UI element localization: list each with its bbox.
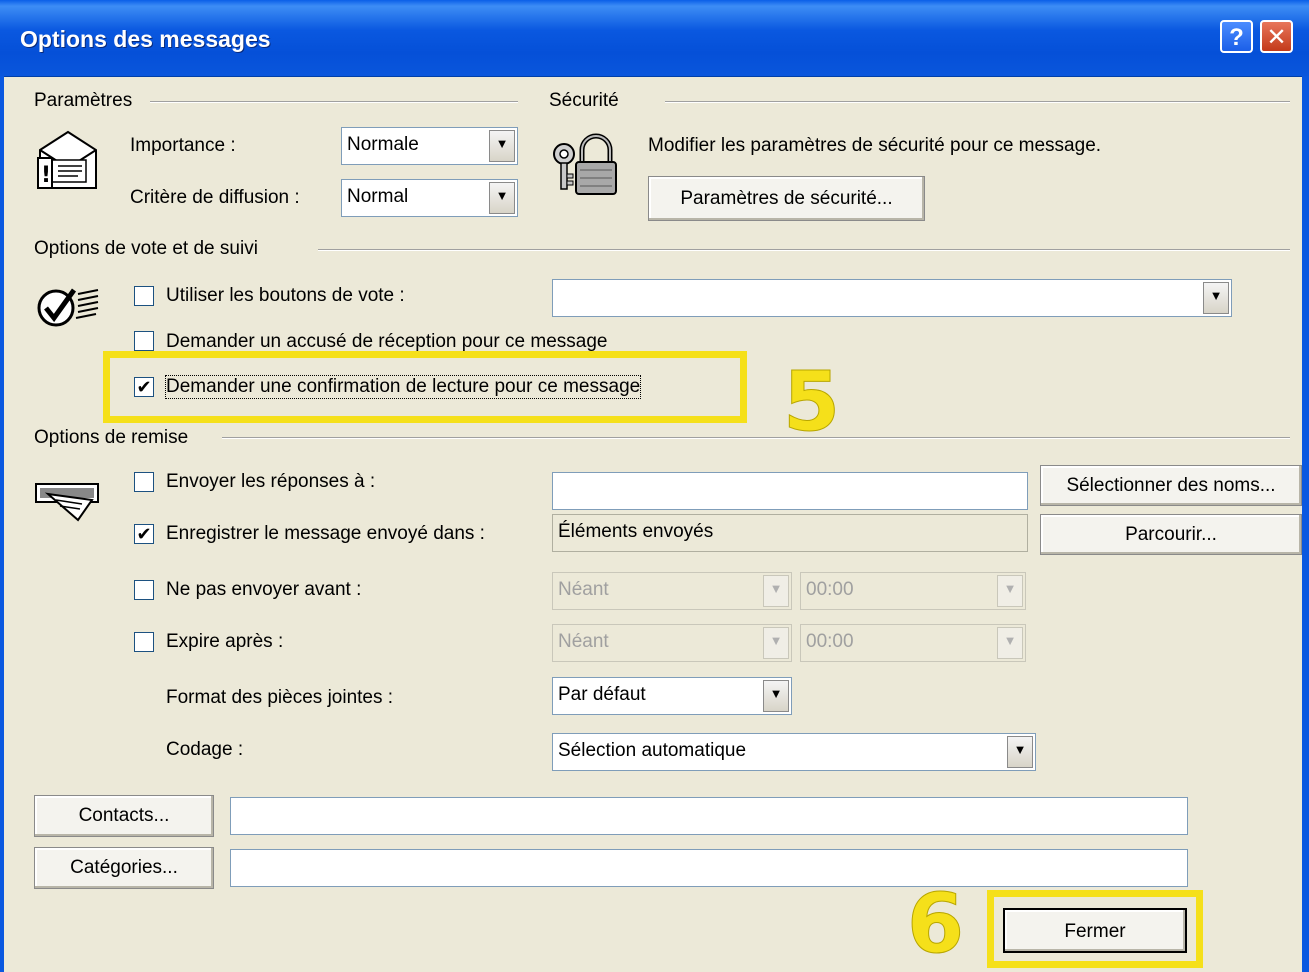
- do-not-send-before-time-value: 00:00: [806, 579, 854, 600]
- message-importance-icon: !: [37, 130, 97, 189]
- delivery-receipt-checkbox[interactable]: [134, 331, 154, 351]
- expires-date: Néant ▼: [552, 624, 792, 662]
- securite-heading: Sécurité: [549, 90, 627, 112]
- encoding-dropdown[interactable]: Sélection automatique ▼: [552, 733, 1036, 771]
- save-sent-folder-field: Éléments envoyés: [552, 514, 1028, 552]
- help-button[interactable]: ?: [1220, 20, 1253, 53]
- save-sent-checkbox[interactable]: ✔: [134, 524, 154, 544]
- security-description: Modifier les paramètres de sécurité pour…: [648, 135, 1102, 156]
- group-divider: [150, 101, 518, 103]
- importance-value: Normale: [347, 134, 419, 155]
- attachment-format-label: Format des pièces jointes :: [166, 687, 394, 708]
- importance-dropdown[interactable]: Normale ▼: [341, 127, 518, 165]
- delivery-icon: [35, 483, 99, 522]
- do-not-send-before-time: 00:00 ▼: [800, 572, 1026, 610]
- expires-date-value: Néant: [558, 631, 609, 652]
- delivery-receipt-label: Demander un accusé de réception pour ce …: [166, 331, 608, 352]
- attachment-format-dropdown[interactable]: Par défaut ▼: [552, 677, 792, 715]
- vote-buttons-checkbox[interactable]: [134, 286, 154, 306]
- categories-button[interactable]: Catégories...: [34, 847, 214, 889]
- chevron-down-icon: ▼: [997, 575, 1023, 607]
- vote-heading: Options de vote et de suivi: [34, 238, 266, 260]
- window-border-left: [0, 76, 4, 972]
- group-divider: [222, 437, 1290, 439]
- expires-label: Expire après :: [166, 631, 284, 652]
- parametres-heading: Paramètres: [34, 90, 141, 112]
- encoding-label: Codage :: [166, 739, 244, 760]
- window-title: Options des messages: [20, 26, 271, 52]
- step6-number: 6: [906, 877, 965, 972]
- security-settings-button[interactable]: Paramètres de sécurité...: [648, 176, 925, 221]
- window-border-right: [1302, 76, 1309, 972]
- security-lock-icon: [553, 133, 617, 195]
- save-sent-label: Enregistrer le message envoyé dans :: [166, 523, 485, 544]
- do-not-send-before-date: Néant ▼: [552, 572, 792, 610]
- chevron-down-icon[interactable]: ▼: [489, 182, 515, 214]
- chevron-down-icon[interactable]: ▼: [489, 130, 515, 162]
- chevron-down-icon: ▼: [763, 575, 789, 607]
- contacts-button[interactable]: Contacts...: [34, 795, 214, 837]
- vote-buttons-dropdown[interactable]: ▼: [552, 279, 1232, 317]
- expires-checkbox[interactable]: [134, 632, 154, 652]
- step5-number: 5: [782, 355, 841, 450]
- vote-buttons-label: Utiliser les boutons de vote :: [166, 285, 405, 306]
- chevron-down-icon: ▼: [763, 627, 789, 659]
- close-window-button[interactable]: ✕: [1260, 20, 1293, 53]
- remise-heading: Options de remise: [34, 427, 197, 449]
- do-not-send-before-checkbox[interactable]: [134, 580, 154, 600]
- chevron-down-icon[interactable]: ▼: [763, 680, 789, 712]
- encoding-value: Sélection automatique: [558, 740, 747, 761]
- do-not-send-before-label: Ne pas envoyer avant :: [166, 579, 362, 600]
- send-replies-checkbox[interactable]: [134, 472, 154, 492]
- voting-checkmark-icon: [37, 288, 99, 327]
- expires-time-value: 00:00: [806, 631, 854, 652]
- title-bar[interactable]: Options des messages ? ✕: [0, 0, 1309, 77]
- step6-highlight: [987, 890, 1203, 968]
- group-divider: [665, 101, 1290, 103]
- attachment-format-value: Par défaut: [558, 684, 646, 705]
- chevron-down-icon[interactable]: ▼: [1007, 736, 1033, 768]
- group-divider: [318, 249, 1290, 251]
- diffusion-dropdown[interactable]: Normal ▼: [341, 179, 518, 217]
- send-replies-input[interactable]: [552, 472, 1028, 510]
- do-not-send-before-date-value: Néant: [558, 579, 609, 600]
- send-replies-label: Envoyer les réponses à :: [166, 471, 376, 492]
- browse-button[interactable]: Parcourir...: [1040, 514, 1302, 555]
- diffusion-label: Critère de diffusion :: [130, 187, 300, 208]
- chevron-down-icon: ▼: [997, 627, 1023, 659]
- importance-label: Importance :: [130, 135, 236, 156]
- select-names-button[interactable]: Sélectionner des noms...: [1040, 465, 1302, 506]
- chevron-down-icon[interactable]: ▼: [1203, 282, 1229, 314]
- step5-highlight: [103, 351, 747, 423]
- svg-text:!: !: [41, 163, 51, 188]
- contacts-input[interactable]: [230, 797, 1188, 835]
- diffusion-value: Normal: [347, 186, 409, 207]
- expires-time: 00:00 ▼: [800, 624, 1026, 662]
- categories-input[interactable]: [230, 849, 1188, 887]
